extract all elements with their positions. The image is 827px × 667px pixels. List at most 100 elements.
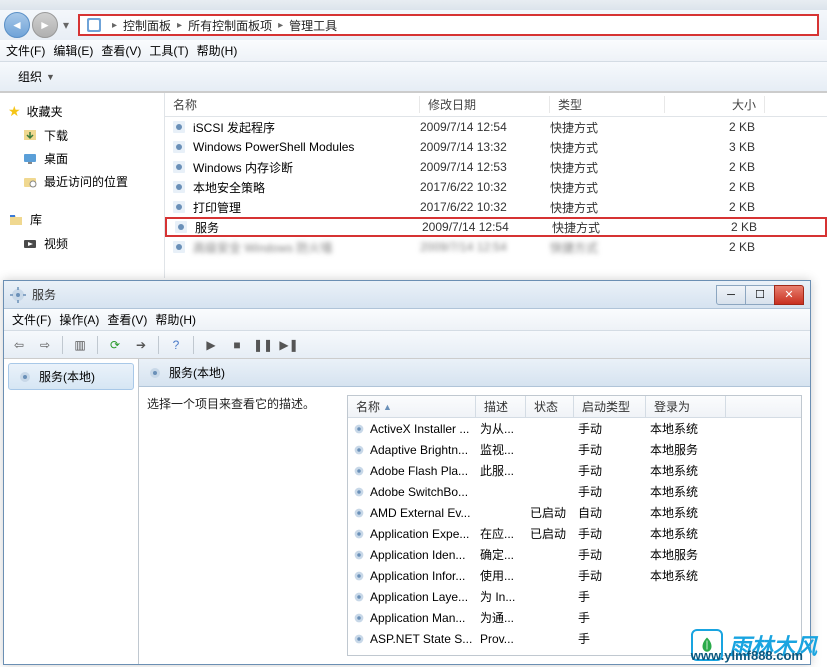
sidebar-item-video[interactable]: 视频 [0, 232, 164, 255]
column-header-status[interactable]: 状态 [526, 396, 574, 417]
service-row[interactable]: Application Expe... 在应... 已启动 手动 本地系统 [348, 523, 801, 544]
file-row[interactable]: 本地安全策略 2017/6/22 10:32 快捷方式 2 KB [165, 177, 827, 197]
service-logon: 本地服务 [646, 441, 726, 458]
breadcrumb-item[interactable]: 管理工具 [289, 17, 337, 34]
pause-icon[interactable]: ❚❚ [252, 334, 274, 356]
file-row[interactable]: 打印管理 2017/6/22 10:32 快捷方式 2 KB [165, 197, 827, 217]
organize-button[interactable]: 组织 ▼ [8, 65, 65, 88]
menu-tools[interactable]: 工具(T) [145, 40, 192, 61]
export-icon[interactable]: ➔ [130, 334, 152, 356]
column-header-desc[interactable]: 描述 [476, 396, 526, 417]
service-row[interactable]: Application Man... 为通... 手 [348, 607, 801, 628]
menu-action[interactable]: 操作(A) [55, 309, 103, 330]
service-row[interactable]: AMD External Ev... 已启动 自动 本地系统 [348, 502, 801, 523]
services-rows-container[interactable]: ActiveX Installer ... 为从... 手动 本地系统 Adap… [348, 418, 801, 655]
minimize-button[interactable]: ─ [716, 285, 746, 305]
file-type: 快捷方式 [550, 199, 665, 216]
menu-view[interactable]: 查看(V) [103, 309, 151, 330]
menu-help[interactable]: 帮助(H) [193, 40, 242, 61]
column-header-logon[interactable]: 登录为 [646, 396, 726, 417]
service-row[interactable]: Adobe SwitchBo... 手动 本地系统 [348, 481, 801, 502]
file-size: 2 KB [665, 160, 765, 174]
services-main-panel: 服务(本地) 选择一个项目来查看它的描述。 名称▲ 描述 状态 启动类型 登录为… [139, 359, 810, 664]
file-row[interactable]: Windows PowerShell Modules 2009/7/14 13:… [165, 137, 827, 157]
service-row[interactable]: Application Iden... 确定... 手动 本地服务 [348, 544, 801, 565]
breadcrumb-item[interactable]: 所有控制面板项 [188, 17, 272, 34]
sidebar-item-recent[interactable]: 最近访问的位置 [0, 170, 164, 193]
service-desc: 为 In... [476, 588, 526, 605]
breadcrumb-separator: ▸ [171, 20, 188, 31]
file-name: 打印管理 [193, 199, 241, 216]
column-header-startup[interactable]: 启动类型 [574, 396, 646, 417]
menu-view[interactable]: 查看(V) [97, 40, 145, 61]
sidebar-library-header[interactable]: 库 [0, 207, 164, 232]
file-row[interactable]: 服务 2009/7/14 12:54 快捷方式 2 KB [165, 217, 827, 237]
services-left-panel: 服务(本地) [4, 359, 139, 664]
services-menu-bar: 文件(F) 操作(A) 查看(V) 帮助(H) [4, 309, 810, 331]
restart-icon[interactable]: ▶❚ [278, 334, 300, 356]
chevron-down-icon: ▼ [46, 72, 55, 82]
service-row[interactable]: Adaptive Brightn... 监视... 手动 本地服务 [348, 439, 801, 460]
service-name: AMD External Ev... [370, 506, 470, 520]
column-header-size[interactable]: 大小 [665, 96, 765, 113]
service-row[interactable]: Application Laye... 为 In... 手 [348, 586, 801, 607]
file-name: 高级安全 Windows 防火墙 [193, 239, 332, 256]
file-row[interactable]: Windows 内存诊断 2009/7/14 12:53 快捷方式 2 KB [165, 157, 827, 177]
service-logon: 本地系统 [646, 462, 726, 479]
services-content: 选择一个项目来查看它的描述。 名称▲ 描述 状态 启动类型 登录为 Active… [139, 387, 810, 664]
shortcut-icon [171, 179, 187, 195]
file-row[interactable]: 高级安全 Windows 防火墙 2009/7/14 12:54 快捷方式 2 … [165, 237, 827, 257]
service-name: Application Infor... [370, 569, 465, 583]
service-desc: 为从... [476, 420, 526, 437]
sidebar-item-downloads[interactable]: 下载 [0, 124, 164, 147]
shortcut-icon [171, 139, 187, 155]
maximize-button[interactable]: ☐ [745, 285, 775, 305]
column-header-date[interactable]: 修改日期 [420, 96, 550, 113]
file-size: 2 KB [665, 120, 765, 134]
service-name: ActiveX Installer ... [370, 422, 469, 436]
service-row[interactable]: Adobe Flash Pla... 此服... 手动 本地系统 [348, 460, 801, 481]
column-headers: 名称 修改日期 类型 大小 [165, 93, 827, 117]
gear-icon [352, 611, 366, 625]
service-startup: 手动 [574, 420, 646, 437]
titlebar[interactable]: 服务 ─ ☐ ✕ [4, 281, 810, 309]
breadcrumb-item[interactable]: 控制面板 [123, 17, 171, 34]
gear-icon [17, 369, 33, 385]
refresh-icon[interactable]: ⟳ [104, 334, 126, 356]
service-row[interactable]: Application Infor... 使用... 手动 本地系统 [348, 565, 801, 586]
nav-back-button[interactable]: ◄ [4, 12, 30, 38]
service-startup: 手动 [574, 567, 646, 584]
service-row[interactable]: ActiveX Installer ... 为从... 手动 本地系统 [348, 418, 801, 439]
file-type: 快捷方式 [550, 139, 665, 156]
nav-forward-button[interactable]: ► [32, 12, 58, 38]
column-header-name[interactable]: 名称▲ [348, 396, 476, 417]
menu-file[interactable]: 文件(F) [8, 309, 55, 330]
menu-help[interactable]: 帮助(H) [151, 309, 200, 330]
nav-history-dropdown[interactable]: ▾ [60, 18, 74, 32]
back-icon[interactable]: ⇦ [8, 334, 30, 356]
play-icon[interactable]: ▶ [200, 334, 222, 356]
forward-icon[interactable]: ⇨ [34, 334, 56, 356]
column-header-name[interactable]: 名称 [165, 96, 420, 113]
service-startup: 手动 [574, 441, 646, 458]
service-logon: 本地服务 [646, 546, 726, 563]
services-local-node[interactable]: 服务(本地) [8, 363, 134, 390]
menu-file[interactable]: 文件(F) [2, 40, 49, 61]
show-hide-icon[interactable]: ▥ [69, 334, 91, 356]
library-label: 库 [30, 211, 42, 228]
gear-icon [352, 506, 366, 520]
close-button[interactable]: ✕ [774, 285, 804, 305]
stop-icon[interactable]: ■ [226, 334, 248, 356]
service-logon: 本地系统 [646, 504, 726, 521]
file-row[interactable]: iSCSI 发起程序 2009/7/14 12:54 快捷方式 2 KB [165, 117, 827, 137]
menu-edit[interactable]: 编辑(E) [49, 40, 97, 61]
address-bar[interactable]: ▸ 控制面板 ▸ 所有控制面板项 ▸ 管理工具 [78, 14, 819, 36]
column-header-type[interactable]: 类型 [550, 96, 665, 113]
shortcut-icon [171, 119, 187, 135]
sidebar-item-desktop[interactable]: 桌面 [0, 147, 164, 170]
breadcrumb-separator: ▸ [106, 20, 123, 31]
sidebar-favorites-header[interactable]: ★ 收藏夹 [0, 99, 164, 124]
file-name: 本地安全策略 [193, 179, 265, 196]
gear-icon [352, 443, 366, 457]
help-icon[interactable]: ? [165, 334, 187, 356]
